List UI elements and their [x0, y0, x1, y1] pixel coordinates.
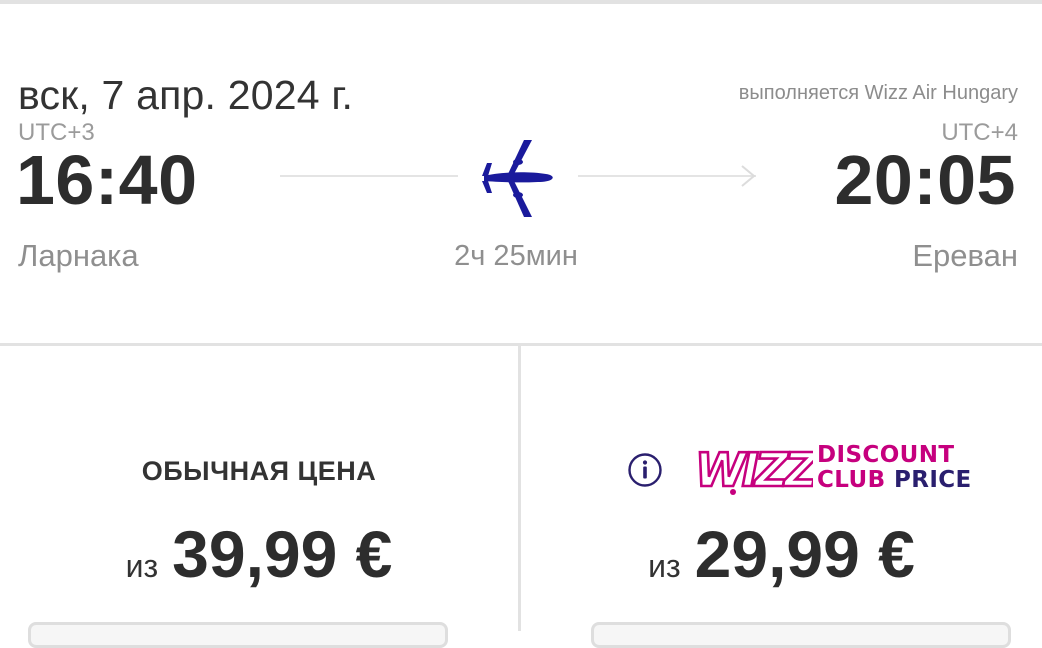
svg-text:WIZZ: WIZZ	[695, 443, 813, 497]
arrow-right-icon	[736, 162, 760, 195]
airplane-icon	[478, 137, 556, 224]
flight-summary: вск, 7 апр. 2024 г. выполняется Wizz Air…	[0, 4, 1042, 343]
flight-date: вск, 7 апр. 2024 г.	[18, 72, 354, 118]
regular-fare-price: 39,99 €	[172, 517, 393, 591]
regular-fare-card[interactable]: ОБЫЧНАЯ ЦЕНА из 39,99 €	[0, 346, 518, 648]
arrival-time: 20:05	[834, 141, 1016, 219]
club-logo-line1: DISCOUNT	[817, 442, 955, 468]
price-prefix: из	[648, 548, 681, 584]
club-fare-price-row: из 29,99 €	[521, 516, 1042, 592]
club-logo-line2: CLUB PRICE	[817, 467, 972, 493]
club-word: CLUB	[817, 467, 886, 493]
price-prefix: из	[125, 548, 159, 584]
select-regular-fare-button[interactable]	[28, 622, 448, 648]
club-price-header: WIZZ DISCOUNT CLUB PRICE	[521, 438, 1042, 498]
regular-fare-label: ОБЫЧНАЯ ЦЕНА	[141, 456, 377, 486]
club-fare-price: 29,99 €	[694, 517, 915, 591]
info-icon[interactable]	[627, 452, 663, 493]
club-fare-card[interactable]: WIZZ DISCOUNT CLUB PRICE из 29,99 €	[521, 346, 1042, 648]
select-club-fare-button[interactable]	[591, 622, 1011, 648]
price-word: PRICE	[893, 467, 972, 493]
route-line-left	[280, 175, 458, 177]
route-line-right	[578, 175, 756, 177]
flight-duration: 2ч 25мин	[454, 240, 578, 272]
arrival-city: Ереван	[912, 238, 1018, 273]
regular-fare-price-row: из 39,99 €	[0, 516, 518, 592]
wizz-logo: WIZZ	[693, 442, 825, 503]
operator-text: выполняется Wizz Air Hungary	[738, 82, 1018, 104]
departure-time: 16:40	[16, 141, 198, 219]
